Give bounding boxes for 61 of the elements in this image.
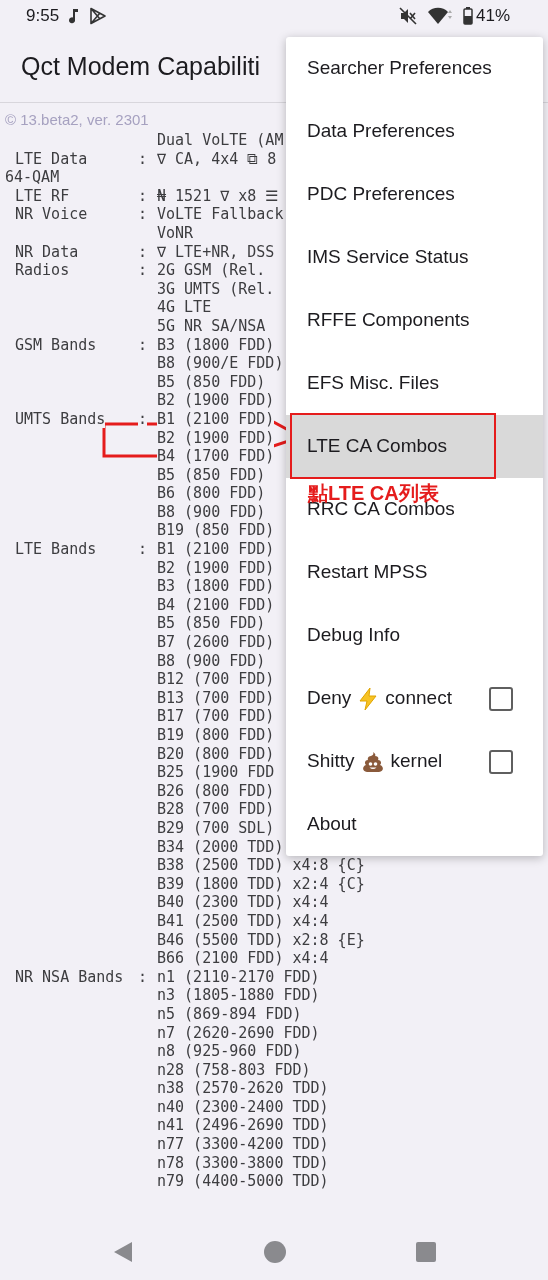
report-value: B19 (800 FDD) [157, 726, 275, 745]
menu-item[interactable]: Restart MPSS [307, 558, 428, 587]
battery-percent: 41% [475, 4, 510, 27]
report-value: B7 (2600 FDD) [157, 633, 275, 652]
report-value: n79 (4400-5000 TDD) [157, 1172, 329, 1191]
report-label: UMTS Bands [15, 409, 106, 428]
report-value: n77 (3300-4200 TDD) [157, 1135, 329, 1154]
report-value: B1 (2100 FDD) [157, 540, 275, 559]
app-title: Qct Modem Capabiliti [21, 50, 260, 82]
battery-icon [462, 6, 473, 25]
music-note-icon [69, 7, 80, 24]
menu-item[interactable]: EFS Misc. Files [307, 369, 439, 398]
report-value: n3 (1805-1880 FDD) [157, 986, 320, 1005]
version-text: © 13.beta2, ver. 2301 [5, 111, 149, 128]
home-icon[interactable] [264, 1241, 286, 1263]
lightning-icon [357, 686, 380, 711]
menu-item[interactable]: Debug Info [307, 621, 400, 650]
report-value: n41 (2496-2690 TDD) [157, 1116, 329, 1136]
poop-icon [360, 749, 385, 774]
report-value: n7 (2620-2690 FDD) [157, 1023, 320, 1043]
report-value: B6 (800 FDD) [157, 484, 266, 503]
menu-item[interactable]: LTE CA Combos [286, 415, 543, 478]
menu-item-label[interactable]: connect [385, 684, 452, 713]
menu-item-label[interactable]: kernel [390, 747, 443, 776]
checkbox[interactable] [489, 749, 513, 774]
report-value: B34 (2000 TDD) [157, 837, 284, 857]
report-value: B17 (700 FDD) [157, 707, 275, 726]
menu-item[interactable]: PDC Preferences [307, 180, 455, 209]
menu-item-label[interactable]: Shitty [307, 747, 355, 776]
report-value: B19 (850 FDD) [157, 521, 275, 541]
report-value: B25 (1900 FDD [157, 763, 275, 782]
mute-icon [398, 6, 417, 25]
report-value: B3 (1800 FDD) [157, 335, 275, 355]
report-value: B38 (2500 TDD) x4:8 {C} [157, 856, 365, 875]
menu-item[interactable]: Data Preferences [307, 117, 455, 146]
report-value: B5 (850 FDD) [157, 614, 266, 634]
report-value: Dual VoLTE (AM [157, 131, 284, 150]
report-value: B4 (1700 FDD) [157, 447, 275, 466]
report-value: n8 (925-960 FDD) [157, 1042, 302, 1061]
checkbox[interactable] [489, 686, 513, 711]
wifi-icon [426, 6, 453, 25]
report-value: B28 (700 FDD) [157, 800, 275, 819]
back-icon[interactable] [112, 1241, 134, 1263]
report-value: B40 (2300 TDD) x4:4 [157, 893, 329, 912]
report-value: B2 (1900 FDD) [157, 391, 275, 410]
report-value: B46 (5500 TDD) x2:8 {E} [157, 930, 365, 950]
report-value: n38 (2570-2620 TDD) [157, 1079, 329, 1098]
report-value: n28 (758-803 FDD) [157, 1060, 311, 1080]
menu-item[interactable]: About [307, 810, 357, 839]
menu-item[interactable]: IMS Service Status [307, 243, 469, 272]
status-time: 9:55 [26, 4, 60, 27]
report-value: ∇ LTE+NR, DSS [157, 242, 275, 262]
report-value: B66 (2100 FDD) x4:4 [157, 949, 329, 968]
menu-item-label[interactable]: Deny [307, 684, 352, 713]
report-value: 64-QAM [5, 168, 60, 187]
report-value: B12 (700 FDD) [157, 670, 275, 689]
report-value: B8 (900/E FDD) [157, 354, 284, 373]
report-value: B3 (1800 FDD) [157, 577, 275, 596]
menu-item[interactable]: RFFE Components [307, 306, 470, 335]
play-store-icon [89, 6, 108, 25]
menu-item[interactable]: Searcher Preferences [307, 54, 492, 83]
